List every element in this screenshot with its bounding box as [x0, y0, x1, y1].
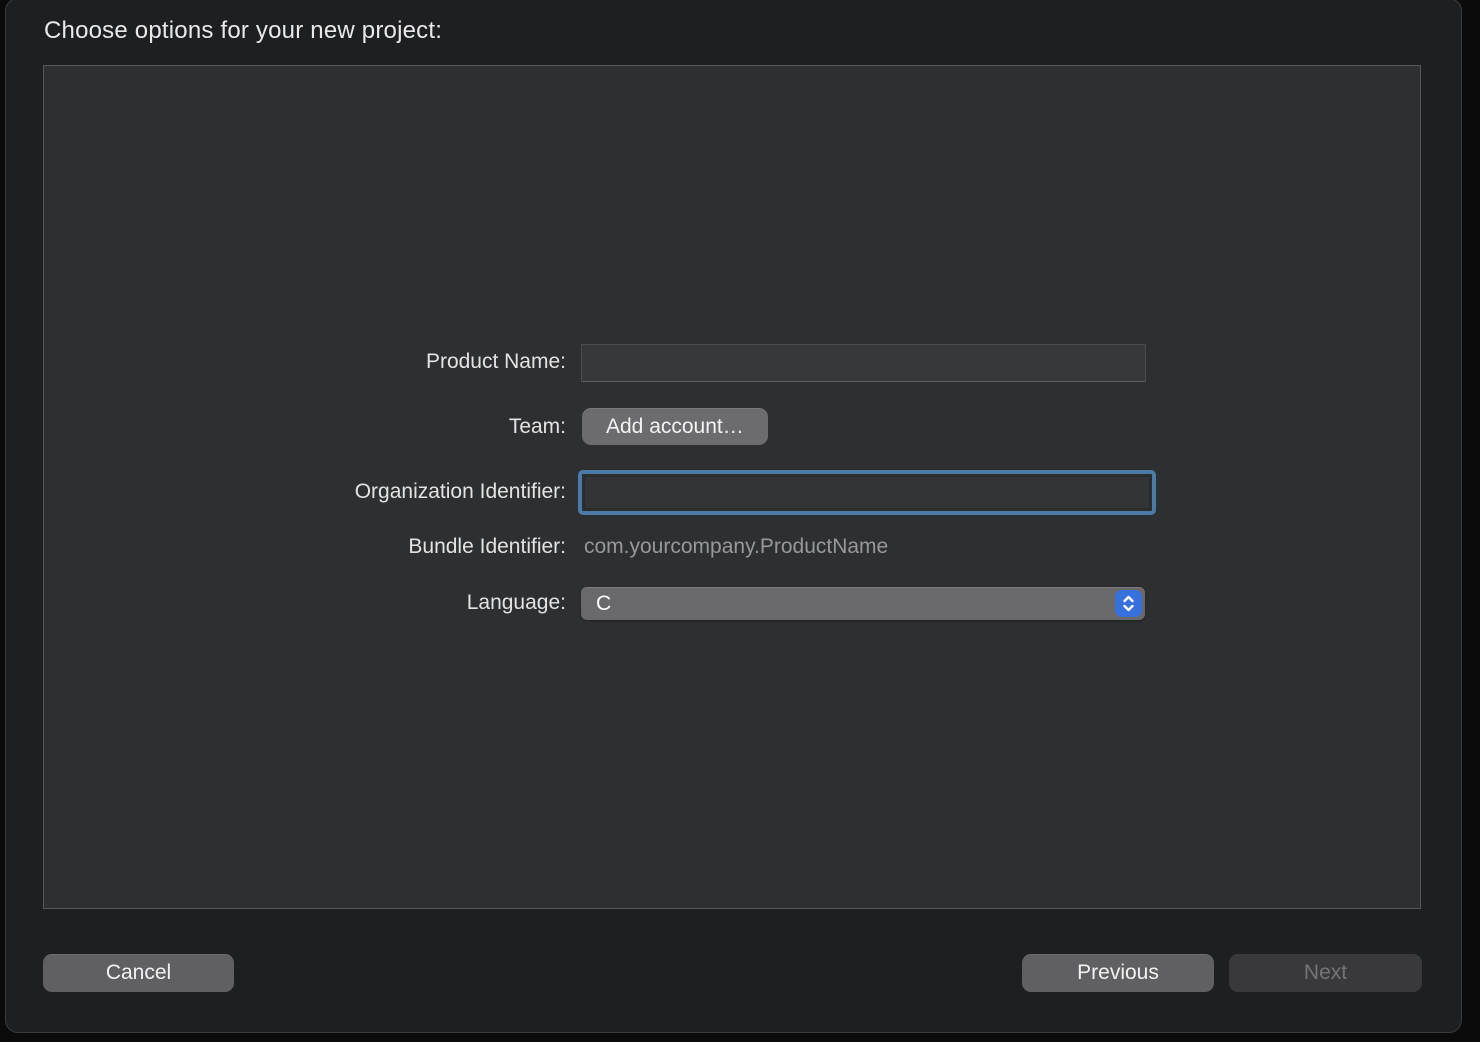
focus-ring [578, 470, 1156, 515]
language-label: Language: [467, 591, 566, 615]
bundle-identifier-label: Bundle Identifier: [408, 535, 566, 559]
cancel-button[interactable]: Cancel [43, 954, 234, 992]
sheet-title: Choose options for your new project: [44, 17, 442, 45]
bundle-identifier-value: com.yourcompany.ProductName [584, 535, 888, 559]
add-account-button[interactable]: Add account… [582, 408, 768, 445]
next-button[interactable]: Next [1229, 954, 1422, 992]
previous-button[interactable]: Previous [1022, 954, 1214, 992]
organization-identifier-label: Organization Identifier: [355, 480, 566, 504]
new-project-options-sheet: Choose options for your new project: Pro… [5, 0, 1462, 1033]
language-popup-button[interactable]: C [581, 587, 1145, 620]
language-selected-value: C [581, 592, 1115, 616]
up-down-chevrons-icon [1115, 590, 1142, 617]
product-name-label: Product Name: [426, 350, 566, 374]
team-label: Team: [509, 415, 566, 439]
product-name-input[interactable] [581, 344, 1146, 382]
organization-identifier-input[interactable] [584, 476, 1150, 509]
